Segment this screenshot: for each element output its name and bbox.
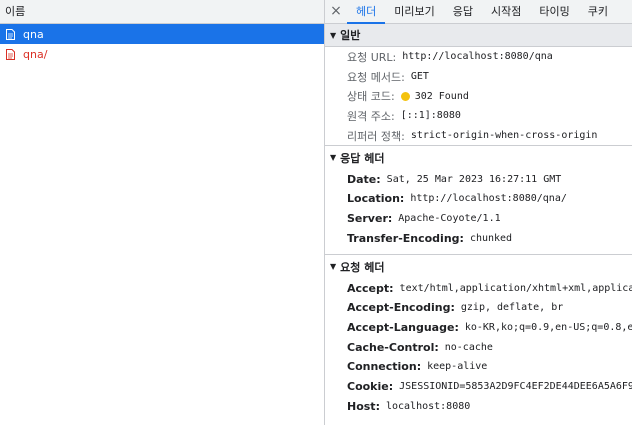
header-key: Accept-Language: (347, 320, 459, 334)
section-response-headers-header[interactable]: ▼ 응답 헤더 (325, 146, 632, 169)
request-row-qna-slash[interactable]: qna/ (0, 44, 324, 64)
section-general-header[interactable]: ▼ 일반 (325, 24, 632, 47)
header-value[interactable]: http://localhost:8080/qna/ (410, 193, 567, 204)
tab-preview[interactable]: 미리보기 (385, 0, 443, 23)
remote-address-row: 원격 주소: [::1]:8080 (325, 106, 632, 126)
date-row: Date: Sat, 25 Mar 2023 16:27:11 GMT (325, 169, 632, 189)
header-key: 리퍼러 정책: (347, 129, 405, 143)
header-value[interactable]: Apache-Coyote/1.1 (398, 213, 500, 224)
transfer-encoding-row: Transfer-Encoding: chunked (325, 229, 632, 249)
host-row: Host: localhost:8080 (325, 396, 632, 416)
header-value[interactable]: gzip, deflate, br (461, 302, 563, 313)
header-key: Accept-Encoding: (347, 301, 455, 315)
header-key: 요청 URL: (347, 50, 397, 64)
header-value[interactable]: 302 Found (415, 91, 469, 102)
header-key: 상태 코드: (347, 90, 395, 104)
cache-control-row: Cache-Control: no-cache (325, 337, 632, 357)
response-header-rows: Date: Sat, 25 Mar 2023 16:27:11 GMT Loca… (325, 169, 632, 248)
location-row: Location: http://localhost:8080/qna/ (325, 189, 632, 209)
accept-encoding-row: Accept-Encoding: gzip, deflate, br (325, 298, 632, 318)
header-key: Connection: (347, 360, 422, 374)
close-icon[interactable]: × (325, 0, 347, 23)
request-header-rows: Accept: text/html,application/xhtml+xml,… (325, 278, 632, 416)
section-title: 요청 헤더 (340, 260, 385, 274)
request-name: qna/ (23, 47, 48, 61)
header-key: Cache-Control: (347, 340, 439, 354)
header-value[interactable]: no-cache (445, 342, 493, 353)
request-details-pane: × 헤더 미리보기 응답 시작점 타이밍 쿠키 ▼ 일반 요청 URL: htt… (325, 0, 632, 425)
details-tabbar: × 헤더 미리보기 응답 시작점 타이밍 쿠키 (325, 0, 632, 24)
tab-headers[interactable]: 헤더 (347, 0, 386, 24)
header-value[interactable]: text/html,application/xhtml+xml,applicat… (400, 283, 632, 294)
caret-down-icon: ▼ (330, 30, 337, 40)
accept-row: Accept: text/html,application/xhtml+xml,… (325, 278, 632, 298)
section-request-headers-header[interactable]: ▼ 요청 헤더 (325, 255, 632, 278)
status-dot-icon (400, 91, 410, 101)
header-key: 요청 메서드: (347, 70, 405, 84)
header-value[interactable]: localhost:8080 (386, 401, 470, 412)
caret-down-icon: ▼ (330, 262, 337, 272)
header-value[interactable]: keep-alive (427, 361, 487, 372)
cookie-row: Cookie: JSESSIONID=5853A2D9FC4EF2DE44DEE… (325, 377, 632, 397)
tab-timing[interactable]: 타이밍 (530, 0, 578, 23)
header-value[interactable]: Sat, 25 Mar 2023 16:27:11 GMT (387, 174, 562, 185)
header-value[interactable]: http://localhost:8080/qna (402, 51, 553, 62)
request-name: qna (23, 27, 44, 41)
general-rows: 요청 URL: http://localhost:8080/qna 요청 메서드… (325, 47, 632, 145)
accept-language-row: Accept-Language: ko-KR,ko;q=0.9,en-US;q=… (325, 318, 632, 338)
header-value[interactable]: strict-origin-when-cross-origin (411, 130, 598, 141)
request-url-row: 요청 URL: http://localhost:8080/qna (325, 47, 632, 67)
tab-initiator[interactable]: 시작점 (482, 0, 530, 23)
tab-response[interactable]: 응답 (444, 0, 482, 23)
header-value[interactable]: chunked (470, 233, 512, 244)
request-list-pane: 이름 qna qna/ (0, 0, 325, 425)
header-key: Transfer-Encoding: (347, 231, 464, 245)
connection-row: Connection: keep-alive (325, 357, 632, 377)
header-key: Date: (347, 172, 381, 186)
header-value[interactable]: ko-KR,ko;q=0.9,en-US;q=0.8,en;q= (465, 322, 632, 333)
tab-cookies[interactable]: 쿠키 (579, 0, 617, 23)
referrer-policy-row: 리퍼러 정책: strict-origin-when-cross-origin (325, 126, 632, 146)
section-title: 응답 헤더 (340, 151, 385, 165)
caret-down-icon: ▼ (330, 153, 337, 163)
section-title: 일반 (340, 29, 361, 42)
document-icon (6, 48, 15, 60)
request-method-row: 요청 메서드: GET (325, 67, 632, 87)
header-key: Cookie: (347, 379, 394, 393)
header-key: Accept: (347, 281, 394, 295)
name-column-header[interactable]: 이름 (0, 0, 324, 24)
header-key: Location: (347, 192, 405, 206)
server-row: Server: Apache-Coyote/1.1 (325, 209, 632, 229)
status-code-row: 상태 코드: 302 Found (325, 86, 632, 106)
header-value[interactable]: GET (411, 71, 429, 82)
document-icon (6, 28, 15, 40)
header-key: 원격 주소: (347, 109, 395, 123)
header-value[interactable]: JSESSIONID=5853A2D9FC4EF2DE44DEE6A5A6F9A… (399, 381, 632, 392)
header-value[interactable]: [::1]:8080 (401, 110, 461, 121)
header-key: Server: (347, 212, 393, 226)
header-key: Host: (347, 399, 380, 413)
request-row-qna[interactable]: qna (0, 24, 324, 44)
